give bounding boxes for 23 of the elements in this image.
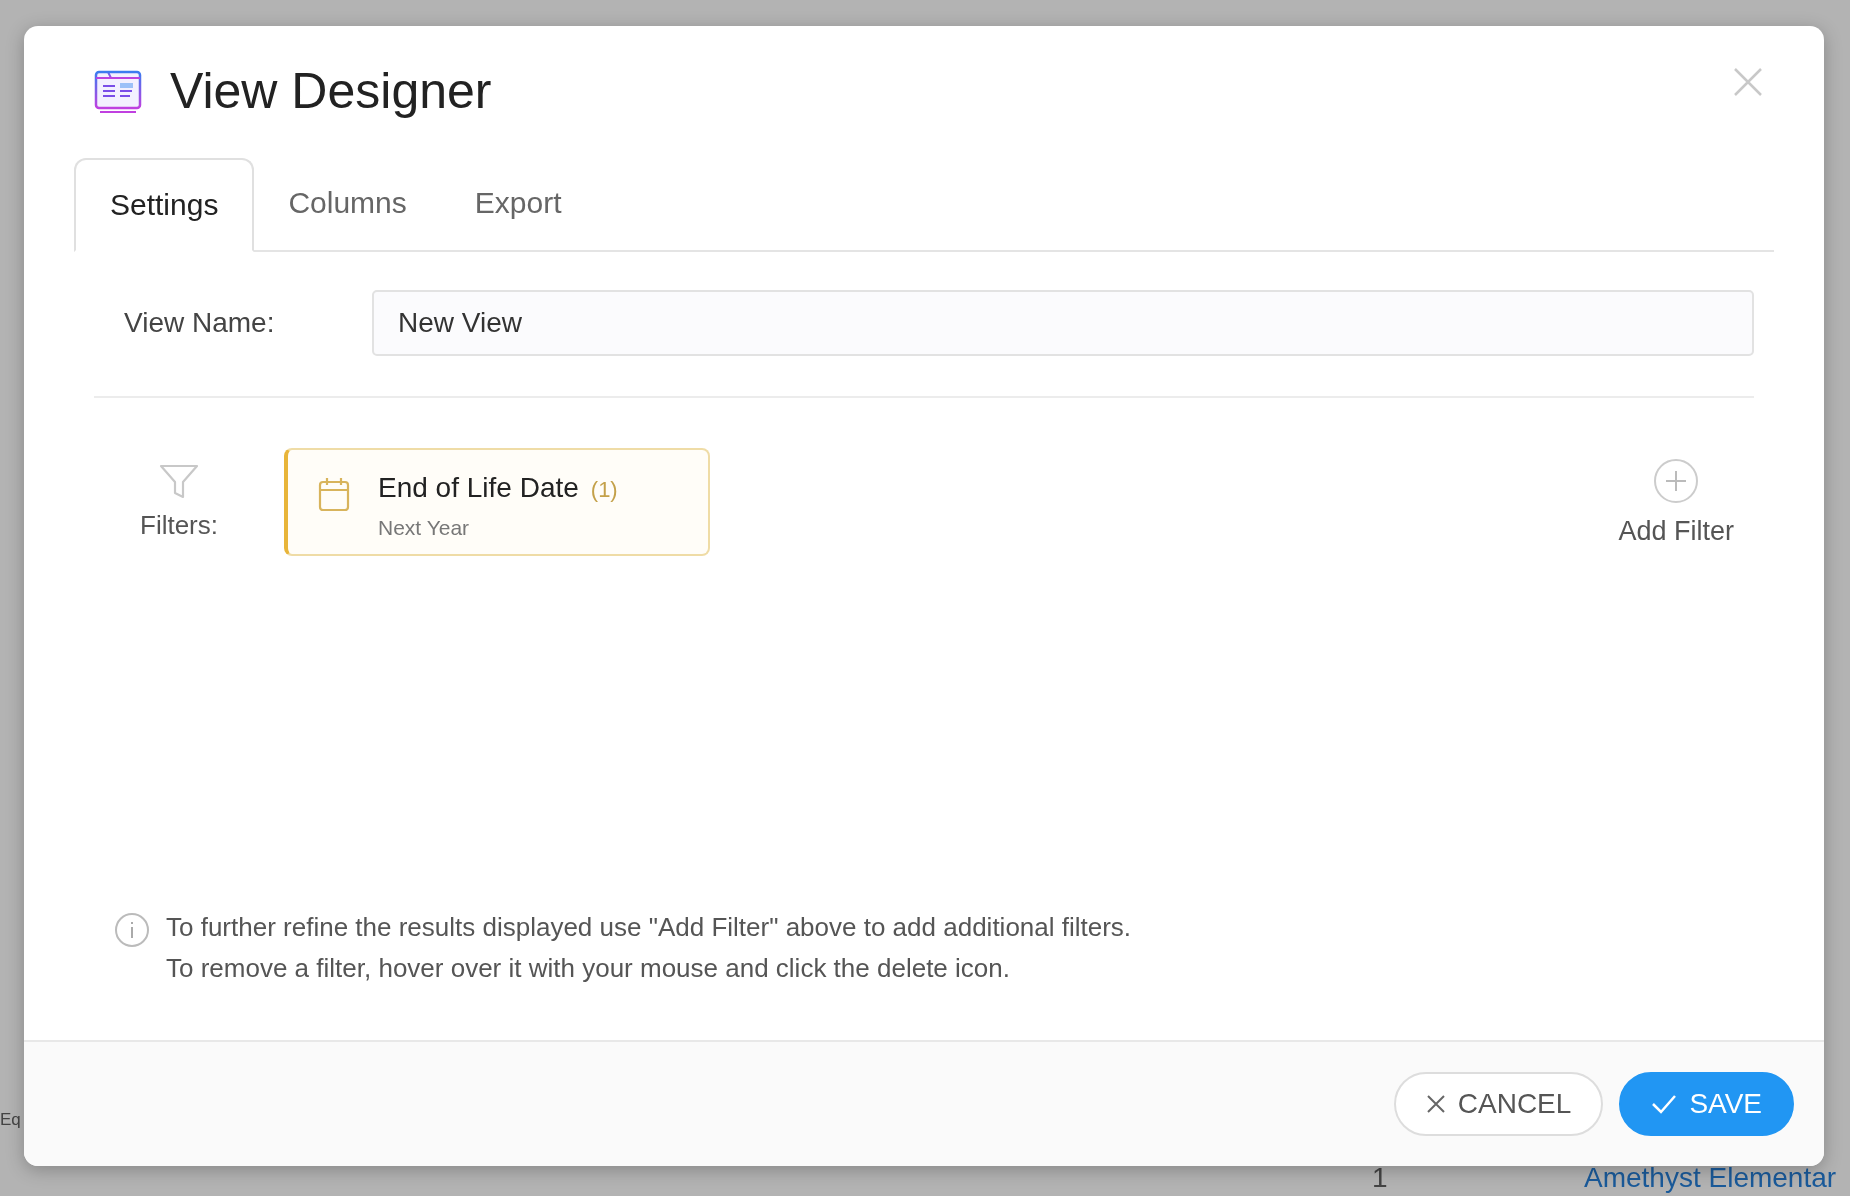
input-field[interactable]: New View: [372, 290, 1754, 356]
background-text: Eq: [0, 1110, 21, 1130]
window-title: View Designer: [170, 62, 492, 120]
filter-chip[interactable]: End of Life Date (1) Next Year: [284, 448, 710, 556]
filter-value: Next Year: [378, 516, 471, 540]
info-text: To further refine the results displayed use "Add Filter" above to add additional filters.: [166, 912, 1132, 943]
background-text: Amethyst Elementar: [1584, 1162, 1837, 1194]
window-icon: [94, 68, 142, 114]
cancel-button[interactable]: CANCEL: [1393, 1072, 1604, 1136]
info-text: To remove a filter, hover over it with your mouse and click the delete icon.: [166, 953, 1011, 984]
close-icon[interactable]: [1732, 66, 1764, 98]
background-text: 1: [1372, 1162, 1388, 1194]
field-label: View Name:: [123, 307, 276, 339]
plus-icon: [1653, 457, 1700, 504]
filter-name: End of Life Date (1): [378, 472, 618, 504]
filters-label: Filters:: [140, 509, 218, 541]
tab[interactable]: Settings: [74, 158, 255, 252]
filter-icon: [159, 463, 199, 500]
info-icon: [114, 912, 150, 948]
close-icon: [1425, 1094, 1446, 1114]
calendar-icon: [318, 476, 350, 512]
check-icon: [1651, 1093, 1678, 1115]
add-filter-button[interactable]: Add Filter: [1612, 456, 1740, 548]
